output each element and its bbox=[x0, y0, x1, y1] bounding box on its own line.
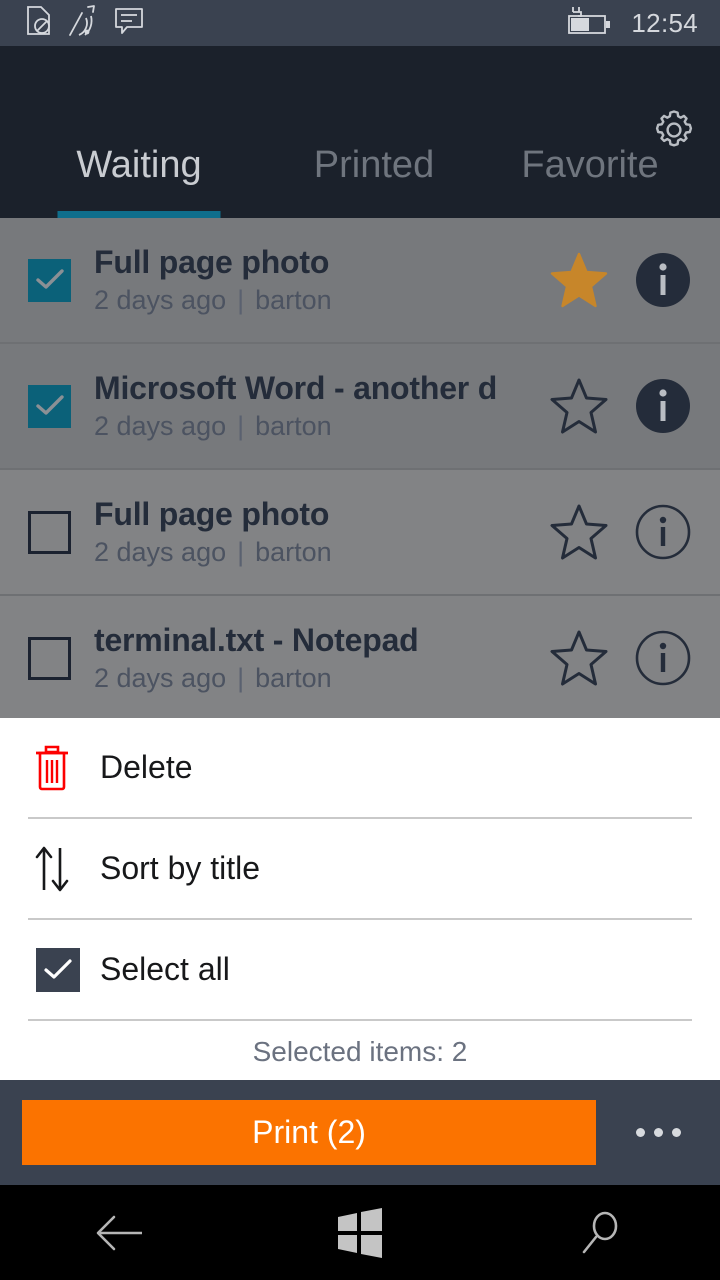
system-nav-bar bbox=[0, 1185, 720, 1280]
tab-printed-label: Printed bbox=[313, 144, 435, 186]
favorite-star-icon[interactable] bbox=[540, 629, 618, 687]
print-button[interactable]: Print (2) bbox=[22, 1100, 596, 1165]
tab-bar: Waiting Printed Favorite bbox=[0, 146, 720, 218]
job-title: Full page photo bbox=[94, 244, 330, 280]
job-time: 2 days ago bbox=[94, 536, 227, 567]
tab-active-underline bbox=[57, 211, 221, 218]
more-dots-icon[interactable] bbox=[596, 1080, 720, 1185]
search-icon[interactable] bbox=[480, 1185, 720, 1280]
job-title: Microsoft Word - another d bbox=[94, 370, 498, 406]
dot bbox=[653, 1128, 663, 1137]
menu-item-sort[interactable]: Sort by title bbox=[0, 819, 720, 918]
job-meta-separator: | bbox=[237, 284, 245, 315]
table-row[interactable]: terminal.txt - Notepad 2 days ago | barton bbox=[0, 596, 720, 718]
tab-waiting[interactable]: Waiting bbox=[0, 146, 278, 218]
select-all-checkbox[interactable] bbox=[32, 947, 94, 992]
job-info-icon[interactable] bbox=[624, 503, 702, 561]
menu-item-delete-label: Delete bbox=[100, 749, 193, 785]
job-text: Full page photo 2 days ago | barton bbox=[94, 245, 540, 316]
selected-items-count: Selected items: 2 bbox=[252, 1036, 468, 1067]
print-job-list[interactable]: Full page photo 2 days ago | barton Micr… bbox=[0, 218, 720, 718]
table-row[interactable]: Microsoft Word - another d 2 days ago | ba… bbox=[0, 344, 720, 470]
status-bar: 12:54 bbox=[0, 0, 720, 46]
job-user: barton bbox=[255, 536, 332, 567]
windows-logo-icon[interactable] bbox=[240, 1185, 480, 1280]
menu-item-delete[interactable]: Delete bbox=[0, 718, 720, 817]
job-checkbox[interactable] bbox=[28, 258, 71, 302]
job-time: 2 days ago bbox=[94, 284, 227, 315]
job-meta-separator: | bbox=[237, 536, 245, 567]
job-meta: 2 days ago | barton bbox=[94, 536, 540, 568]
phone-screen: 12:54 Waiting Printed Favorite Full page… bbox=[0, 0, 720, 1280]
dot bbox=[635, 1128, 645, 1137]
job-title: terminal.txt - Notepad bbox=[94, 622, 419, 658]
job-text: terminal.txt - Notepad 2 days ago | barton bbox=[94, 623, 540, 694]
tab-favorite[interactable]: Favorite bbox=[470, 146, 710, 218]
battery-charging-icon bbox=[565, 5, 615, 42]
tab-underline-inactive bbox=[509, 211, 672, 218]
status-bar-right: 12:54 bbox=[565, 5, 698, 42]
job-user: barton bbox=[255, 662, 332, 693]
menu-item-select-all-label: Select all bbox=[100, 951, 230, 987]
tab-underline-inactive bbox=[293, 211, 456, 218]
job-info-icon[interactable] bbox=[624, 251, 702, 309]
job-time: 2 days ago bbox=[94, 410, 227, 441]
job-meta: 2 days ago | barton bbox=[94, 284, 540, 316]
table-row[interactable]: Full page photo 2 days ago | barton bbox=[0, 470, 720, 596]
back-arrow-icon[interactable] bbox=[0, 1185, 240, 1280]
app-header: Waiting Printed Favorite bbox=[0, 46, 720, 218]
job-title: Full page photo bbox=[94, 496, 330, 532]
favorite-star-icon[interactable] bbox=[540, 377, 618, 435]
sim-missing-icon bbox=[26, 5, 52, 41]
status-bar-left-icons bbox=[26, 4, 144, 42]
job-checkbox[interactable] bbox=[28, 636, 71, 680]
job-meta-separator: | bbox=[237, 662, 245, 693]
favorite-star-icon[interactable] bbox=[540, 251, 618, 309]
table-row[interactable]: Full page photo 2 days ago | barton bbox=[0, 218, 720, 344]
job-meta: 2 days ago | barton bbox=[94, 410, 540, 442]
job-user: barton bbox=[255, 284, 332, 315]
action-bar: Print (2) bbox=[0, 1080, 720, 1185]
job-meta-separator: | bbox=[237, 410, 245, 441]
job-info-icon[interactable] bbox=[624, 629, 702, 687]
dot bbox=[671, 1128, 681, 1137]
menu-item-select-all[interactable]: Select all bbox=[0, 920, 720, 1019]
tab-printed[interactable]: Printed bbox=[278, 146, 470, 218]
status-clock: 12:54 bbox=[631, 7, 698, 38]
sms-message-icon bbox=[114, 6, 144, 41]
trash-icon bbox=[32, 743, 94, 793]
tab-waiting-label: Waiting bbox=[76, 144, 202, 186]
tab-favorite-label: Favorite bbox=[521, 144, 659, 186]
job-text: Full page photo 2 days ago | barton bbox=[94, 497, 540, 568]
job-checkbox[interactable] bbox=[28, 384, 71, 428]
checkmark-icon bbox=[36, 947, 80, 992]
job-checkbox[interactable] bbox=[28, 510, 71, 554]
job-time: 2 days ago bbox=[94, 662, 227, 693]
favorite-star-icon[interactable] bbox=[540, 503, 618, 561]
job-meta: 2 days ago | barton bbox=[94, 662, 540, 694]
job-text: Microsoft Word - another d 2 days ago | ba… bbox=[94, 371, 540, 442]
job-user: barton bbox=[255, 410, 332, 441]
context-menu-sheet: Delete Sort by title Select all Selected… bbox=[0, 718, 720, 1080]
menu-item-sort-label: Sort by title bbox=[100, 850, 261, 886]
sort-arrows-icon bbox=[32, 844, 94, 894]
wifi-signal-icon bbox=[66, 4, 100, 42]
job-info-icon[interactable] bbox=[624, 377, 702, 435]
